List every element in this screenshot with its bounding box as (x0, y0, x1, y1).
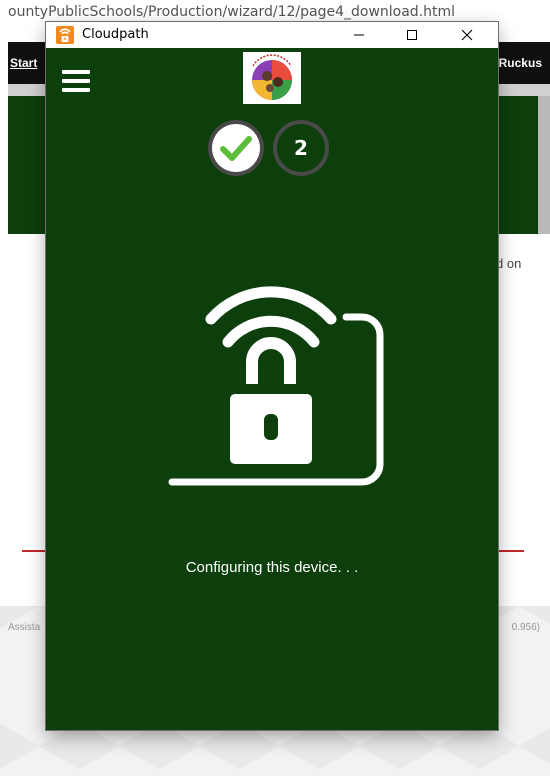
school-logo (243, 52, 301, 104)
maximize-button[interactable] (389, 22, 435, 48)
background-partial-text: d on (496, 256, 522, 271)
background-footer-version-text: 0.956) (511, 622, 540, 633)
background-red-divider-right (498, 550, 524, 552)
background-nav-start-link[interactable]: Start (10, 56, 37, 70)
hamburger-menu-icon[interactable] (62, 70, 90, 92)
step-2-current: 2 (277, 124, 325, 172)
cloudpath-window: Cloudpath 2 Configuring this device. . . (46, 22, 498, 730)
close-button[interactable] (444, 22, 490, 48)
background-nav-brand: Ruckus (498, 56, 542, 70)
status-message: Configuring this device. . . (185, 559, 359, 576)
checkmark-icon (220, 136, 252, 161)
background-footer-left-text: Assista (8, 622, 41, 633)
background-scroll-area (538, 96, 550, 234)
minimize-icon (354, 34, 364, 36)
minimize-button[interactable] (336, 22, 382, 48)
background-red-divider-left (22, 550, 48, 552)
cloudpath-lock-wifi-icon (56, 26, 74, 44)
maximize-icon (407, 30, 417, 40)
window-titlebar[interactable]: Cloudpath (46, 22, 498, 48)
step-1-completed (212, 124, 260, 172)
window-title: Cloudpath (82, 27, 149, 42)
wifi-lock-icon (168, 286, 384, 486)
background-box-border (498, 306, 499, 526)
step-number: 2 (294, 136, 308, 160)
close-icon (461, 29, 473, 41)
